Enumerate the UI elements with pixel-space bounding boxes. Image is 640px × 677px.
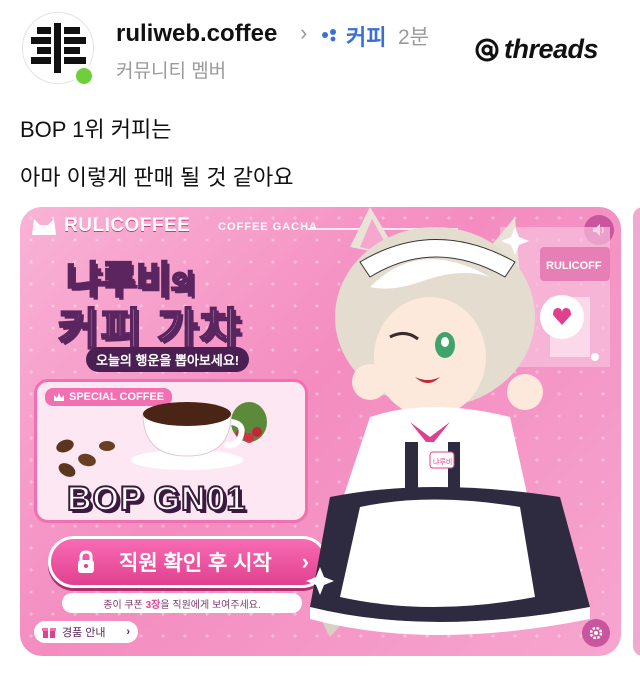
product-name: BOP GN01	[66, 479, 247, 519]
username[interactable]: ruliweb.coffee	[116, 20, 277, 48]
threads-at-icon	[475, 38, 499, 61]
cat-ears-icon	[32, 219, 56, 235]
gift-icon	[42, 628, 56, 638]
post-header: ruliweb.coffee › 커피 2분 커뮤니티 멤버 threads	[0, 0, 640, 100]
coffee-cup-icon	[131, 402, 267, 470]
banner-brand-name: RULICOFFEE	[64, 215, 191, 236]
post-text-line-1: BOP 1위 커피는	[20, 117, 172, 142]
start-button-label: 직원 확인 후 시작	[119, 552, 272, 575]
coffee-card: SPECIAL COFFEE BOP GN01	[34, 379, 308, 523]
maid-character-illustration: RULICOFF 냐루비	[306, 207, 610, 637]
settings-button[interactable]	[582, 619, 610, 647]
topic-dots-icon	[322, 29, 336, 42]
crown-icon	[54, 393, 64, 401]
post-time: 2분	[398, 26, 429, 49]
name-tag-text: 냐루비	[433, 457, 452, 466]
chevron-right-icon: ›	[126, 626, 130, 638]
threads-wordmark: threads	[504, 34, 599, 64]
prize-info-label: 경품 안내	[62, 627, 106, 639]
banner-brand: RULICOFFEE	[30, 215, 190, 237]
coupon-note-prefix: 종이 쿠폰	[103, 599, 143, 611]
chevron-right-icon: ›	[300, 20, 308, 45]
start-after-staff-check-button[interactable]: 직원 확인 후 시작 ›	[48, 536, 328, 588]
gear-icon	[589, 626, 603, 640]
user-subtitle: 커뮤니티 멤버	[116, 61, 227, 82]
coupon-note: 종이 쿠폰 3장 을 직원에게 보여주세요.	[62, 593, 302, 613]
prize-info-button[interactable]: 경품 안내 ›	[34, 621, 138, 643]
coupon-note-suffix: 을 직원에게 보여주세요.	[160, 599, 261, 611]
threads-logo: threads	[474, 34, 599, 65]
post-image-banner[interactable]: RULICOFFEE COFFEE GACHA 냐루비의 커피 가챠 오늘의 행…	[20, 207, 621, 656]
post-text-line-2: 아마 이렇게 판매 될 것 같아요	[20, 165, 294, 190]
gacha-title: 냐루비의 커피 가챠 오늘의 행운을 뽑아보세요!	[38, 245, 298, 375]
lock-icon	[78, 550, 94, 573]
next-image-peek[interactable]	[633, 207, 640, 656]
online-status-dot	[73, 65, 95, 87]
gacha-tagline: 오늘의 행운을 뽑아보세요!	[86, 347, 250, 372]
shop-sign: RULICOFF	[546, 260, 602, 272]
topic-tag[interactable]: 커피	[346, 20, 386, 52]
coupon-note-count: 3장	[145, 599, 161, 611]
